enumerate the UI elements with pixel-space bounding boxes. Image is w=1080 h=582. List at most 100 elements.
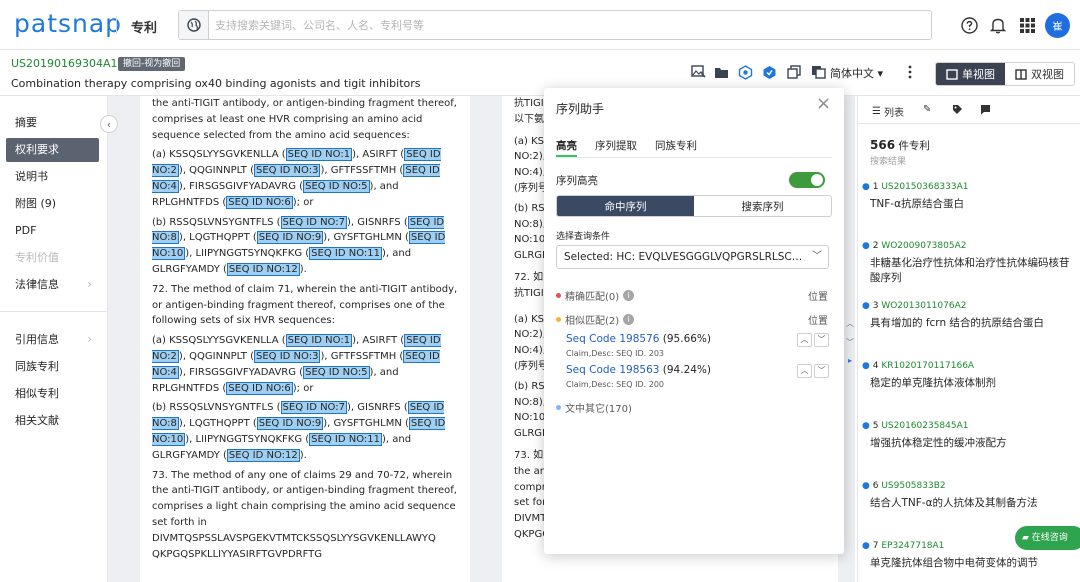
info-icon[interactable]: i xyxy=(623,314,635,325)
exact-match-section[interactable]: 精确匹配(0) i xyxy=(556,288,635,303)
chevron-down-icon[interactable]: ﹀ xyxy=(814,333,829,347)
other-section[interactable]: 文中其它(170) xyxy=(556,400,632,415)
globe-icon[interactable] xyxy=(179,11,209,39)
sequence-tool-icon[interactable] xyxy=(737,64,753,80)
translate-icon[interactable] xyxy=(810,64,826,80)
result-item-header[interactable]: ● 2 WO2009073805A2 xyxy=(862,241,966,251)
tab-sequence-extract[interactable]: 序列提取 xyxy=(595,138,637,157)
nav-item-figures[interactable]: 附图 (9) xyxy=(6,192,99,216)
more-vert-icon[interactable] xyxy=(902,64,918,80)
seq-id-highlight[interactable]: SEQ ID NO:6 xyxy=(226,381,293,395)
nav-item-description[interactable]: 说明书 xyxy=(6,165,99,189)
result-patent-number[interactable]: US9505833B2 xyxy=(881,481,945,491)
nav-item-citations[interactable]: 引用信息 › xyxy=(6,328,99,352)
seq-id-highlight[interactable]: SEQ ID NO:7 xyxy=(280,401,347,415)
result-item-header[interactable]: ● 3 WO2013011076A2 xyxy=(862,301,966,311)
result-patent-number[interactable]: WO2009073805A2 xyxy=(881,241,966,251)
close-icon[interactable]: × xyxy=(816,95,831,113)
bell-icon[interactable] xyxy=(987,14,1009,36)
copy-icon[interactable] xyxy=(786,64,802,80)
nav-item-abstract[interactable]: 摘要 xyxy=(6,111,99,135)
seq-code-link[interactable]: Seq Code 198576 xyxy=(566,333,659,345)
seq-id-highlight[interactable]: SEQ ID NO:9 xyxy=(256,231,324,245)
expand-right-icon[interactable]: ▸ xyxy=(844,355,856,367)
shield-icon[interactable] xyxy=(761,64,777,80)
nav-item-literature[interactable]: 相关文献 xyxy=(6,409,99,433)
claims-original-pane[interactable]: the anti-TIGIT antibody, or antigen-bind… xyxy=(140,96,470,582)
chevron-down-icon[interactable]: ﹀ xyxy=(814,364,829,378)
highlight-toggle[interactable] xyxy=(789,172,825,188)
hit-sequence-button[interactable]: 命中序列 xyxy=(557,196,694,216)
pen-icon[interactable]: ✎ xyxy=(923,104,931,115)
chevron-up-icon[interactable]: ︿ xyxy=(844,318,856,330)
comment-icon[interactable] xyxy=(980,104,991,115)
folder-icon[interactable] xyxy=(713,64,729,80)
nav-item-claims[interactable]: 权利要求 xyxy=(6,138,99,162)
match-item[interactable]: Seq Code 198563 (94.24%) xyxy=(566,364,711,376)
collapse-nav-button[interactable]: ‹ xyxy=(100,115,118,133)
seq-id-highlight[interactable]: SEQ ID NO:1 xyxy=(285,148,353,162)
result-item-header[interactable]: ● 6 US9505833B2 xyxy=(862,481,946,491)
image-export-icon[interactable] xyxy=(690,64,706,80)
seq-id-highlight[interactable]: SEQ ID NO:5 xyxy=(303,179,370,193)
similar-match-section[interactable]: 相似匹配(2) i xyxy=(556,312,635,327)
result-item-header[interactable]: ● 4 KR1020170117166A xyxy=(862,361,974,371)
search-box[interactable] xyxy=(178,10,932,40)
seq-id-highlight[interactable]: SEQ ID NO:6 xyxy=(226,195,293,209)
patent-number[interactable]: US20190169304A1 xyxy=(11,57,118,70)
seq-id-highlight[interactable]: SEQ ID NO:3 xyxy=(254,164,321,178)
nav-item-similar[interactable]: 相似专利 xyxy=(6,382,99,406)
result-title[interactable]: 稳定的单克隆抗体液体制剂 xyxy=(870,376,1075,391)
language-select[interactable]: 简体中文 ▾ xyxy=(830,65,883,81)
seq-id-highlight[interactable]: SEQ ID NO:7 xyxy=(280,215,347,229)
result-item-header[interactable]: ● 7 EP3247718A1 xyxy=(862,541,944,551)
bullet-icon: ● xyxy=(862,361,873,371)
chevron-up-icon[interactable]: ︿ xyxy=(797,333,812,347)
tab-family-patents[interactable]: 同族专利 xyxy=(655,138,697,157)
tag-icon[interactable] xyxy=(952,104,963,115)
query-condition-select[interactable]: Selected: HC: EVQLVESGGGLVQPGRSLRLSCAASG… xyxy=(556,245,829,269)
seq-id-highlight[interactable]: SEQ ID NO:11 xyxy=(309,247,382,261)
result-title[interactable]: 具有增加的 fcrn 结合的抗原结合蛋白 xyxy=(870,316,1075,331)
result-patent-number[interactable]: US20160235845A1 xyxy=(881,421,968,431)
result-item-header[interactable]: ● 5 US20160235845A1 xyxy=(862,421,969,431)
seq-id-highlight[interactable]: SEQ ID NO:5 xyxy=(303,365,370,379)
seq-id-highlight[interactable]: SEQ ID NO:12 xyxy=(226,262,300,276)
seq-code-link[interactable]: Seq Code 198563 xyxy=(566,364,659,376)
search-input[interactable] xyxy=(215,15,915,35)
nav-item-family[interactable]: 同族专利 xyxy=(6,355,99,379)
nav-item-legal[interactable]: 法律信息 › xyxy=(6,273,99,297)
tab-highlight[interactable]: 高亮 xyxy=(556,138,577,157)
result-item-header[interactable]: ● 1 US20150368333A1 xyxy=(862,182,969,192)
online-consult-button[interactable]: ▰ 在线咨询 xyxy=(1015,526,1080,550)
help-icon[interactable] xyxy=(958,14,980,36)
seq-id-highlight[interactable]: SEQ ID NO:11 xyxy=(309,432,382,446)
seq-id-highlight[interactable]: SEQ ID NO:3 xyxy=(254,349,321,363)
match-item[interactable]: Seq Code 198576 (95.66%) xyxy=(566,333,711,345)
nav-item-pdf[interactable]: PDF xyxy=(6,219,99,243)
result-patent-number[interactable]: US20150368333A1 xyxy=(881,182,968,192)
single-view-button[interactable]: 单视图 xyxy=(936,63,1005,85)
search-sequence-button[interactable]: 搜索序列 xyxy=(694,196,831,216)
brand-logo[interactable]: patsnap xyxy=(14,9,122,38)
info-icon[interactable]: i xyxy=(623,290,635,301)
seq-id-highlight[interactable]: SEQ ID NO:1 xyxy=(285,334,353,348)
claim-text: ), GYSFTGHLMN ( xyxy=(323,418,409,430)
apps-grid-icon[interactable] xyxy=(1016,14,1038,36)
result-title[interactable]: 结合人TNF-α的人抗体及其制备方法 xyxy=(870,496,1075,511)
user-avatar[interactable]: 崔 xyxy=(1045,13,1070,38)
tab-list[interactable]: ☰ 列表 xyxy=(872,104,904,119)
result-title[interactable]: 非糖基化治疗性抗体和治疗性抗体编码核苷酸序列 xyxy=(870,256,1075,286)
result-title[interactable]: 单克隆抗体组合物中电荷变体的调节 xyxy=(870,556,1075,571)
chevron-down-icon[interactable]: ﹀ xyxy=(844,337,856,349)
result-patent-number[interactable]: KR1020170117166A xyxy=(881,361,974,371)
seq-id-highlight[interactable]: SEQ ID NO:12 xyxy=(226,448,300,462)
result-title[interactable]: 增强抗体稳定性的缓冲液配方 xyxy=(870,436,1075,451)
claim-text: (a) KSSQSLYYSGVKENLLA ( xyxy=(152,149,286,161)
seq-id-highlight[interactable]: SEQ ID NO:9 xyxy=(256,417,324,431)
dual-view-button[interactable]: 双视图 xyxy=(1005,63,1074,85)
result-title[interactable]: TNF-α抗原结合蛋白 xyxy=(870,197,1075,212)
chevron-up-icon[interactable]: ︿ xyxy=(797,364,812,378)
result-patent-number[interactable]: WO2013011076A2 xyxy=(881,301,966,311)
result-patent-number[interactable]: EP3247718A1 xyxy=(881,541,944,551)
